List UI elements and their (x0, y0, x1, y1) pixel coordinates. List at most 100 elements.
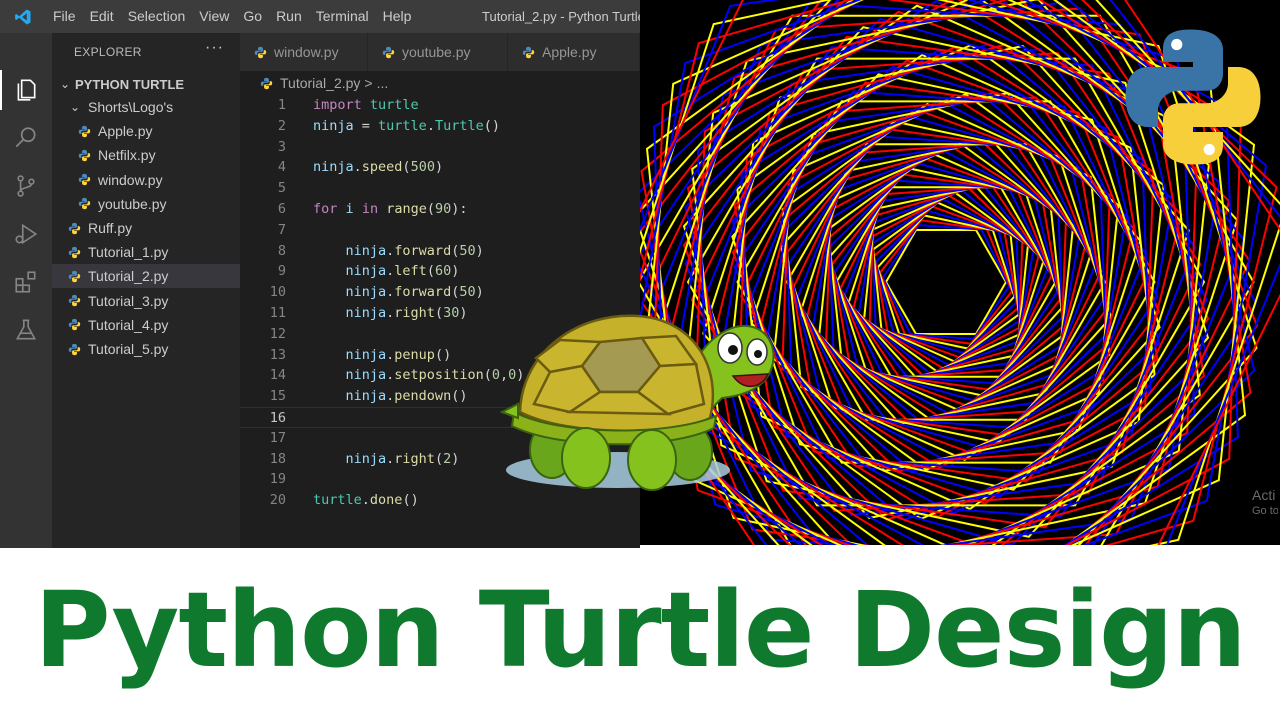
python-file-icon (68, 270, 81, 283)
code-line[interactable]: 5 (240, 178, 640, 199)
code-line[interactable]: 4 ninja.speed(500) (240, 157, 640, 178)
run-debug-icon[interactable] (0, 210, 52, 258)
tree-item-label: Tutorial_4.py (88, 316, 169, 333)
menu-run[interactable]: Run (269, 0, 309, 33)
code-line[interactable]: 9 ninja.left(60) (240, 261, 640, 282)
menu-view[interactable]: View (192, 0, 236, 33)
code-text: ninja.speed(500) (313, 159, 444, 176)
activate-line1: Acti (1252, 487, 1276, 503)
python-file-icon (522, 46, 535, 59)
folder-header[interactable]: ⌄ PYTHON TURTLE (52, 73, 240, 95)
python-file-icon (78, 197, 91, 210)
menu-go[interactable]: Go (236, 0, 269, 33)
code-text: ninja.forward(50) (345, 242, 484, 259)
tab-bar: window.py youtube.py Apple.py (240, 33, 640, 71)
tab-label: Apple.py (542, 44, 597, 60)
tree-item-label: Tutorial_2.py (88, 268, 169, 285)
python-file-icon (68, 294, 81, 307)
activate-line2: Go to (1252, 505, 1278, 517)
source-control-icon[interactable] (0, 162, 52, 210)
code-text: ninja.penup() (345, 346, 452, 363)
code-text: import turtle (313, 97, 419, 113)
code-line[interactable]: 2 ninja = turtle.Turtle() (240, 116, 640, 137)
line-number: 20 (269, 492, 286, 509)
python-logo-icon (1125, 29, 1261, 165)
menu-help[interactable]: Help (376, 0, 419, 33)
python-file-icon (78, 173, 91, 186)
tab-apple[interactable]: Apple.py (508, 33, 640, 71)
tree-file[interactable]: Ruff.py (52, 216, 240, 240)
activity-bar (0, 33, 52, 548)
tree-file[interactable]: Tutorial_1.py (52, 240, 240, 264)
tree-item-label: window.py (98, 171, 163, 188)
code-line[interactable]: 1 import turtle (240, 95, 640, 116)
line-number: 8 (277, 242, 286, 259)
tree-file[interactable]: Tutorial_3.py (52, 289, 240, 313)
line-number: 7 (277, 221, 286, 238)
python-file-icon (68, 343, 81, 356)
tree-item-label: Tutorial_5.py (88, 341, 169, 357)
chevron-down-icon: ⌄ (69, 100, 81, 114)
line-number: 11 (269, 305, 286, 321)
breadcrumb-separator: > (364, 75, 373, 91)
tree-file[interactable]: Apple.py (52, 119, 240, 143)
tree-folder[interactable]: ⌄ Shorts\Logo's (52, 95, 240, 119)
python-file-icon (254, 46, 267, 59)
line-number: 2 (277, 117, 286, 134)
tab-label: window.py (274, 44, 339, 60)
code-line[interactable]: 3 (240, 137, 640, 158)
tree-item-label: Tutorial_1.py (88, 244, 169, 261)
code-line[interactable]: 7 (240, 220, 640, 241)
line-number: 17 (269, 429, 286, 446)
tree-file[interactable]: Tutorial_2.py (52, 264, 240, 289)
headline-title: Python Turtle Design (34, 569, 1246, 691)
code-text: ninja.right(30) (345, 305, 468, 321)
code-text: ninja.forward(50) (345, 284, 484, 301)
line-number: 15 (269, 388, 286, 405)
extensions-icon[interactable] (0, 258, 52, 306)
breadcrumb-more[interactable]: ... (377, 75, 389, 91)
python-file-icon (382, 46, 395, 59)
menu-selection[interactable]: Selection (121, 0, 193, 33)
line-number: 9 (277, 263, 286, 280)
turtle-mascot-image (500, 314, 775, 491)
tree-file[interactable]: Tutorial_4.py (52, 313, 240, 337)
line-number: 18 (269, 450, 286, 467)
code-line[interactable]: 8 ninja.forward(50) (240, 241, 640, 262)
line-number: 1 (277, 97, 286, 113)
python-file-icon (68, 222, 81, 235)
search-icon[interactable] (0, 114, 52, 162)
window-title: Tutorial_2.py - Python Turtle (482, 9, 640, 24)
python-file-icon (78, 149, 91, 162)
line-number: 13 (269, 346, 286, 363)
tab-label: youtube.py (402, 44, 471, 60)
menu-edit[interactable]: Edit (83, 0, 121, 33)
explorer-sidebar: EXPLORER ··· ⌄ PYTHON TURTLE ⌄ Shorts\Log… (52, 33, 240, 548)
line-number: 10 (269, 284, 286, 301)
tree-item-label: youtube.py (98, 195, 167, 212)
tab-window[interactable]: window.py (240, 33, 368, 71)
tree-file[interactable]: window.py (52, 168, 240, 192)
line-number: 3 (277, 138, 286, 155)
menu-terminal[interactable]: Terminal (309, 0, 376, 33)
files-icon[interactable] (0, 66, 52, 114)
line-number: 12 (269, 325, 286, 342)
tree-item-label: Ruff.py (88, 220, 133, 236)
tree-file[interactable]: Tutorial_5.py (52, 337, 240, 361)
breadcrumb-file[interactable]: Tutorial_2.py (280, 75, 360, 91)
tab-youtube[interactable]: youtube.py (368, 33, 508, 71)
code-line[interactable]: 6 for i in range(90): (240, 199, 640, 220)
more-actions-icon[interactable]: ··· (205, 39, 224, 57)
chevron-down-icon: ⌄ (59, 77, 71, 91)
testing-icon[interactable] (0, 306, 52, 354)
explorer-title: EXPLORER (74, 45, 142, 59)
tree-file[interactable]: Netfilx.py (52, 143, 240, 167)
menu-file[interactable]: File (46, 0, 83, 33)
python-file-icon (68, 318, 81, 331)
line-number: 5 (277, 180, 286, 197)
title-bar: File Edit Selection View Go Run Terminal… (0, 0, 640, 33)
tree-file[interactable]: youtube.py (52, 192, 240, 216)
python-file-icon (68, 246, 81, 259)
python-file-icon (260, 77, 273, 90)
tree-item-label: Apple.py (98, 123, 153, 140)
